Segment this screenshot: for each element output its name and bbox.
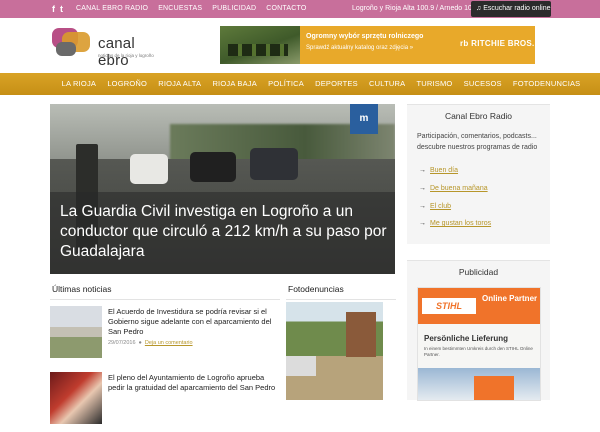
widget-title: Canal Ebro Radio: [444, 111, 513, 121]
news-thumbnail[interactable]: [50, 372, 102, 424]
ad-title: Ogromny wybór sprzętu rolniczego: [306, 33, 424, 40]
logo-tagline: noticias de la rioja y logroño: [98, 53, 154, 58]
ad-brand: rb RITCHIE BROS.: [460, 39, 535, 48]
frequency-info: Logroño y Rioja Alta 100.9 / Arnedo 106.…: [352, 5, 482, 12]
toplink-encuestas[interactable]: ENCUESTAS: [158, 5, 202, 12]
hero-image-car: [190, 152, 236, 182]
arrow-right-icon: →: [419, 184, 426, 192]
stihl-ad-text: In einem bestimmten Umkreis durch den ST…: [424, 346, 533, 357]
nav-deportes[interactable]: DEPORTES: [310, 73, 364, 95]
site-logo[interactable]: canal ebro noticias de la rioja y logroñ…: [52, 28, 162, 69]
sidebar-radio-widget: Canal Ebro Radio Participación, comentar…: [407, 104, 550, 244]
section-title: Últimas noticias: [50, 284, 280, 300]
sidebar-ad-widget: Publicidad STIHL Online Partner Persönli…: [407, 260, 550, 401]
ad-subtitle: Sprawdź aktualny katalog oraz zdjęcia »: [306, 45, 414, 51]
stihl-ad-title: Persönliche Lieferung: [424, 334, 509, 343]
logo-bubble-icon: [56, 42, 76, 56]
stihl-ad[interactable]: STIHL Online Partner Persönliche Lieferu…: [417, 287, 541, 401]
nav-rioja-baja[interactable]: RIOJA BAJA: [207, 73, 263, 95]
nav-rioja-alta[interactable]: RIOJA ALTA: [153, 73, 207, 95]
hero-caption: La Guardia Civil investiga en Logroño a …: [50, 192, 395, 274]
fotodenuncias-section: Fotodenuncias: [286, 284, 396, 400]
stihl-ad-image: [418, 368, 540, 400]
hero-headline[interactable]: La Guardia Civil investiga en Logroño a …: [60, 202, 390, 262]
hero-image-car: [250, 148, 298, 180]
news-title[interactable]: El pleno del Ayuntamiento de Logroño apr…: [108, 373, 280, 393]
news-comment-link[interactable]: Deja un comentario: [145, 340, 193, 346]
section-title: Fotodenuncias: [286, 284, 396, 300]
tractor-image: [220, 26, 300, 64]
stihl-logo: STIHL: [422, 298, 476, 314]
news-item[interactable]: El Acuerdo de Investidura se podría revi…: [50, 306, 280, 366]
radio-program-list: → Buen día → De buena mañana → El club → Me …: [419, 167, 491, 238]
top-links: CANAL EBRO RADIO ENCUESTAS PUBLICIDAD CO…: [76, 5, 307, 12]
hero-image-sign: m: [350, 104, 378, 134]
top-bar: f t CANAL EBRO RADIO ENCUESTAS PUBLICIDA…: [0, 0, 600, 18]
twitter-icon[interactable]: t: [60, 4, 63, 14]
stihl-ad-heading: Online Partner: [482, 294, 538, 303]
arrow-right-icon: →: [419, 202, 426, 210]
news-meta: 29/07/2016 ● Deja un comentario: [108, 340, 193, 346]
radio-program-item[interactable]: → El club: [419, 203, 491, 210]
facebook-icon[interactable]: f: [52, 4, 55, 14]
news-date: 29/07/2016: [108, 340, 136, 346]
nav-fotodenuncias[interactable]: FOTODENUNCIAS: [507, 73, 586, 95]
toplink-canal-ebro-radio[interactable]: CANAL EBRO RADIO: [76, 5, 148, 12]
arrow-right-icon: →: [419, 220, 426, 228]
widget-title: Publicidad: [458, 267, 499, 277]
main-nav: LA RIOJA LOGROÑO RIOJA ALTA RIOJA BAJA P…: [0, 73, 600, 95]
hero-image-car: [130, 154, 168, 184]
widget-description: Participación, comentarios, podcasts... …: [417, 133, 538, 151]
nav-cultura[interactable]: CULTURA: [363, 73, 410, 95]
news-thumbnail[interactable]: [50, 306, 102, 358]
header-ad-banner[interactable]: Ogromny wybór sprzętu rolniczego Sprawdź…: [220, 26, 535, 64]
nav-logrono[interactable]: LOGROÑO: [102, 73, 153, 95]
news-item[interactable]: El pleno del Ayuntamiento de Logroño apr…: [50, 372, 280, 432]
latest-news: Últimas noticias El Acuerdo de Investidu…: [50, 284, 280, 432]
nav-politica[interactable]: POLÍTICA: [263, 73, 310, 95]
news-title[interactable]: El Acuerdo de Investidura se podría revi…: [108, 307, 280, 337]
comment-icon: ●: [138, 340, 142, 346]
radio-program-item[interactable]: → Buen día: [419, 167, 491, 174]
listen-radio-button[interactable]: ♫ Escuchar radio online: [471, 1, 551, 17]
toplink-publicidad[interactable]: PUBLICIDAD: [212, 5, 256, 12]
nav-turismo[interactable]: TURISMO: [411, 73, 458, 95]
hero-article[interactable]: m La Guardia Civil investiga en Logroño …: [50, 104, 395, 274]
toplink-contacto[interactable]: CONTACTO: [266, 5, 306, 12]
social-links: f t: [52, 4, 63, 14]
fotodenuncia-photo[interactable]: [286, 302, 383, 400]
listen-radio-label: Escuchar radio online: [483, 5, 551, 12]
arrow-right-icon: →: [419, 167, 426, 174]
radio-program-item[interactable]: → Me gustan los toros: [419, 220, 491, 227]
nav-la-rioja[interactable]: LA RIOJA: [56, 73, 102, 95]
nav-sucesos[interactable]: SUCESOS: [458, 73, 507, 95]
radio-program-item[interactable]: → De buena mañana: [419, 185, 491, 192]
logo-name: canal ebro: [98, 35, 135, 69]
